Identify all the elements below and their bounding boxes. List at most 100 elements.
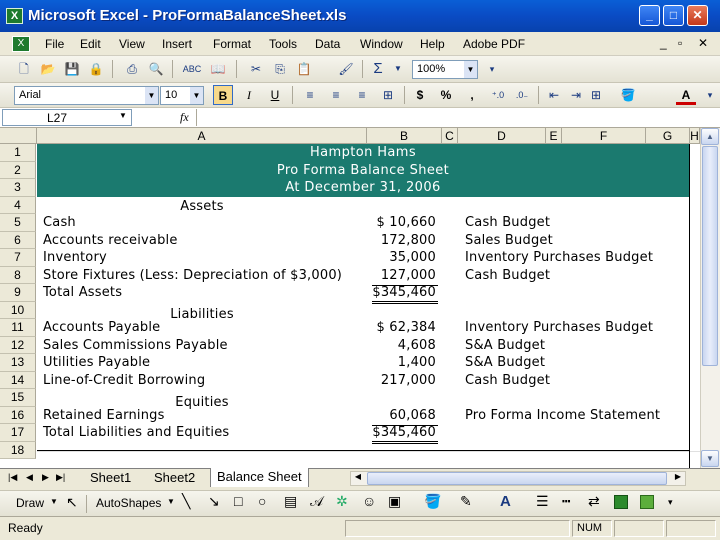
italic-button[interactable]: I xyxy=(239,85,259,105)
format-painter-icon[interactable]: 🖌 xyxy=(336,59,356,79)
increase-decimal-icon[interactable]: ⁺.0 xyxy=(488,85,508,105)
menu-window[interactable]: Window xyxy=(360,37,403,51)
row-header[interactable]: 12 xyxy=(0,336,36,354)
arrow-style-icon[interactable]: ⇄ xyxy=(588,493,600,510)
toolbar-options-icon[interactable]: ▾ xyxy=(482,59,502,79)
menu-adobe-pdf[interactable]: Adobe PDF xyxy=(463,37,525,51)
save-icon[interactable]: 💾 xyxy=(62,59,82,79)
doc-minimize-icon[interactable]: _ xyxy=(660,36,667,50)
workbook-icon[interactable]: X xyxy=(12,36,30,52)
oval-icon[interactable]: ○ xyxy=(258,493,266,509)
print-preview-icon[interactable]: 🔍 xyxy=(146,59,166,79)
row-header[interactable]: 5 xyxy=(0,214,36,232)
menu-view[interactable]: View xyxy=(119,37,145,51)
autoshapes-menu[interactable]: AutoShapes xyxy=(96,496,161,510)
text-box-icon[interactable]: ▤ xyxy=(284,493,297,510)
fill-color-icon[interactable]: 🪣 xyxy=(618,85,638,105)
column-header-g[interactable]: G xyxy=(646,128,690,144)
line-style-icon[interactable]: ☰ xyxy=(536,493,549,510)
toolbar-options-icon[interactable]: ▾ xyxy=(668,497,673,508)
scroll-up-icon[interactable]: ▲ xyxy=(701,128,719,145)
column-header-h[interactable]: H xyxy=(690,128,700,144)
font-color-icon[interactable]: A xyxy=(676,85,696,105)
spreadsheet-grid[interactable]: A B C D E F G H 1 2 3 4 5 6 7 8 9 10 11 12 13 14 15 16 1… xyxy=(0,128,720,468)
tab-sheet2[interactable]: Sheet2 xyxy=(148,469,201,487)
chevron-down-icon[interactable]: ▼ xyxy=(145,87,158,104)
column-header-d[interactable]: D xyxy=(458,128,546,144)
underline-button[interactable]: U xyxy=(265,85,285,105)
select-all-corner[interactable] xyxy=(0,128,37,144)
increase-indent-icon[interactable]: ⇥ xyxy=(566,85,586,105)
decrease-decimal-icon[interactable]: .0₋ xyxy=(512,85,532,105)
row-header[interactable]: 10 xyxy=(0,301,36,319)
tab-sheet1[interactable]: Sheet1 xyxy=(84,469,137,487)
line-color-icon[interactable]: ✎ xyxy=(460,493,472,510)
doc-restore-icon[interactable]: ▫ xyxy=(678,36,682,50)
paste-icon[interactable]: 📋 xyxy=(294,59,314,79)
rectangle-icon[interactable]: □ xyxy=(234,493,242,509)
wordart-icon[interactable]: 𝒜 xyxy=(310,493,323,510)
chevron-down-icon[interactable]: ▼ xyxy=(50,497,58,506)
line-icon[interactable]: ╲ xyxy=(182,493,190,510)
maximize-button[interactable]: □ xyxy=(663,5,684,26)
diagram-icon[interactable]: ✲ xyxy=(336,493,348,510)
column-header-a[interactable]: A xyxy=(37,128,367,144)
chevron-down-icon[interactable]: ▼ xyxy=(190,87,203,104)
currency-button[interactable]: $ xyxy=(410,85,430,105)
excel-app-icon[interactable]: X xyxy=(6,8,23,24)
column-header-c[interactable]: C xyxy=(442,128,458,144)
menu-edit[interactable]: Edit xyxy=(80,37,101,51)
scroll-left-icon[interactable]: ◀ xyxy=(351,472,365,485)
menu-tools[interactable]: Tools xyxy=(269,37,297,51)
row-header[interactable]: 16 xyxy=(0,406,36,424)
row-header[interactable]: 15 xyxy=(0,389,36,407)
bold-button[interactable]: B xyxy=(213,85,233,105)
open-icon[interactable]: 📂 xyxy=(38,59,58,79)
toolbar-options-icon[interactable]: ▾ xyxy=(700,85,720,105)
doc-close-icon[interactable]: ✕ xyxy=(698,36,708,50)
fill-color-icon[interactable]: 🪣 xyxy=(424,493,441,510)
align-right-icon[interactable]: ≡ xyxy=(352,85,372,105)
vertical-scrollbar[interactable]: ▲ ▼ xyxy=(700,128,720,468)
borders-icon[interactable]: ⊞ xyxy=(586,85,606,105)
minimize-button[interactable]: _ xyxy=(639,5,660,26)
merge-center-icon[interactable]: ⊞ xyxy=(378,85,398,105)
cut-icon[interactable]: ✂ xyxy=(246,59,266,79)
3d-style-icon[interactable] xyxy=(640,495,654,509)
row-header[interactable]: 7 xyxy=(0,249,36,267)
percent-button[interactable]: % xyxy=(436,85,456,105)
new-icon[interactable]: 🗋 xyxy=(14,59,34,79)
font-name-select[interactable]: Arial ▼ xyxy=(14,86,159,105)
row-header[interactable]: 6 xyxy=(0,231,36,249)
formula-input[interactable] xyxy=(196,109,718,126)
last-sheet-icon[interactable]: ▶| xyxy=(56,472,65,483)
align-left-icon[interactable]: ≡ xyxy=(300,85,320,105)
row-header[interactable]: 2 xyxy=(0,161,36,179)
hscroll-thumb[interactable] xyxy=(367,472,667,485)
menu-format[interactable]: Format xyxy=(213,37,251,51)
column-header-e[interactable]: E xyxy=(546,128,562,144)
row-header[interactable]: 4 xyxy=(0,196,36,214)
draw-menu[interactable]: Draw xyxy=(16,496,44,510)
insert-function-icon[interactable]: fx xyxy=(180,110,189,125)
shadow-style-icon[interactable] xyxy=(614,495,628,509)
prev-sheet-icon[interactable]: ◀ xyxy=(26,472,33,483)
row-header[interactable]: 17 xyxy=(0,424,36,442)
permission-icon[interactable]: 🔒 xyxy=(86,59,106,79)
name-box[interactable]: L27 ▼ xyxy=(2,109,132,126)
menu-data[interactable]: Data xyxy=(315,37,340,51)
row-header[interactable]: 3 xyxy=(0,179,36,197)
row-header[interactable]: 8 xyxy=(0,266,36,284)
row-header[interactable]: 18 xyxy=(0,441,36,459)
decrease-indent-icon[interactable]: ⇤ xyxy=(544,85,564,105)
row-header[interactable]: 9 xyxy=(0,284,36,302)
align-center-icon[interactable]: ≡ xyxy=(326,85,346,105)
font-color-icon[interactable]: A xyxy=(500,493,511,510)
scroll-right-icon[interactable]: ▶ xyxy=(671,472,685,485)
chevron-down-icon[interactable]: ▼ xyxy=(119,111,127,120)
next-sheet-icon[interactable]: ▶ xyxy=(42,472,49,483)
clip-art-icon[interactable]: ☺ xyxy=(362,493,376,509)
arrow-icon[interactable]: ↘ xyxy=(208,493,220,510)
scroll-thumb[interactable] xyxy=(702,146,718,366)
copy-icon[interactable]: ⎘ xyxy=(270,59,290,79)
